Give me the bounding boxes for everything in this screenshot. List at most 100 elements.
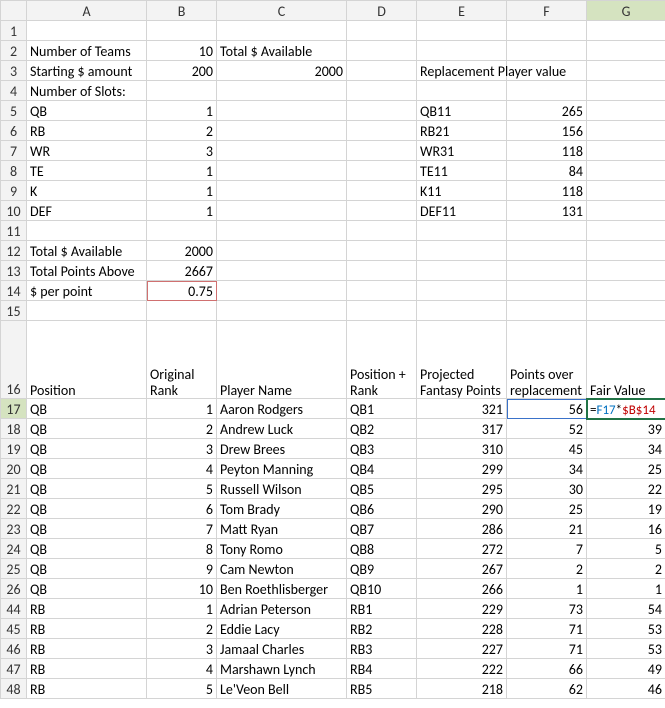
row-header-45[interactable]: 45 [1, 619, 27, 639]
cell-G3[interactable] [587, 61, 665, 81]
col-header-D[interactable]: D [347, 1, 417, 21]
cell-position-QB5[interactable]: QB [27, 479, 147, 499]
row-header-21[interactable]: 21 [1, 479, 27, 499]
cell-proj-QB6[interactable]: 290 [417, 499, 507, 519]
cell-player-QB9[interactable]: Cam Newton [217, 559, 347, 579]
slot-points-WR[interactable]: 118 [507, 141, 587, 161]
cell-fair-value-QB6[interactable]: 19 [587, 499, 665, 519]
cell-D3[interactable] [347, 61, 417, 81]
cell-D7[interactable] [347, 141, 417, 161]
cell-E4[interactable] [417, 81, 507, 101]
cell-posrank-QB2[interactable]: QB2 [347, 419, 417, 439]
row-header-10[interactable]: 10 [1, 201, 27, 221]
cell-E1[interactable] [417, 21, 507, 41]
column-headers[interactable]: ABCDEFG [1, 1, 665, 21]
row-header-25[interactable]: 25 [1, 559, 27, 579]
cell-F15[interactable] [507, 301, 587, 321]
cell-player-QB7[interactable]: Matt Ryan [217, 519, 347, 539]
row-header-4[interactable]: 4 [1, 81, 27, 101]
slot-code-WR[interactable]: WR31 [417, 141, 507, 161]
cell-fair-value-RB2[interactable]: 53 [587, 619, 665, 639]
cell-player-QB3[interactable]: Drew Brees [217, 439, 347, 459]
cell-G2[interactable] [587, 41, 665, 61]
value-total-available-2[interactable]: 2000 [147, 241, 217, 261]
cell-posrank-QB8[interactable]: QB8 [347, 539, 417, 559]
cell-rank-QB1[interactable]: 1 [147, 399, 217, 419]
cell-G12[interactable] [587, 241, 665, 261]
slot-points-DEF[interactable]: 131 [507, 201, 587, 221]
row-header-19[interactable]: 19 [1, 439, 27, 459]
cell-position-QB10[interactable]: QB [27, 579, 147, 599]
cell-E11[interactable] [417, 221, 507, 241]
cell-points-over-RB1[interactable]: 73 [507, 599, 587, 619]
cell-fair-value-QB4[interactable]: 25 [587, 459, 665, 479]
cell-points-over-QB10[interactable]: 1 [507, 579, 587, 599]
cell-fair-value-QB5[interactable]: 22 [587, 479, 665, 499]
cell-G9[interactable] [587, 181, 665, 201]
slot-code-TE[interactable]: TE11 [417, 161, 507, 181]
cell-D6[interactable] [347, 121, 417, 141]
cell-proj-QB4[interactable]: 299 [417, 459, 507, 479]
cell-D9[interactable] [347, 181, 417, 201]
cell-proj-RB5[interactable]: 218 [417, 679, 507, 699]
slot-code-RB[interactable]: RB21 [417, 121, 507, 141]
row-header-8[interactable]: 8 [1, 161, 27, 181]
cell-proj-QB9[interactable]: 267 [417, 559, 507, 579]
cell-proj-QB2[interactable]: 317 [417, 419, 507, 439]
header-position[interactable]: Position [27, 321, 147, 399]
cell-C4[interactable] [217, 81, 347, 101]
cell-player-QB1[interactable]: Aaron Rodgers [217, 399, 347, 419]
cell-posrank-QB5[interactable]: QB5 [347, 479, 417, 499]
cell-C1[interactable] [217, 21, 347, 41]
cell-proj-QB8[interactable]: 272 [417, 539, 507, 559]
cell-G8[interactable] [587, 161, 665, 181]
cell-E14[interactable] [417, 281, 507, 301]
cell-posrank-QB1[interactable]: QB1 [347, 399, 417, 419]
cell-posrank-RB2[interactable]: RB2 [347, 619, 417, 639]
cell-fair-value-QB3[interactable]: 34 [587, 439, 665, 459]
col-header-A[interactable]: A [27, 1, 147, 21]
cell-points-over-RB4[interactable]: 66 [507, 659, 587, 679]
cell-player-QB8[interactable]: Tony Romo [217, 539, 347, 559]
cell-position-QB7[interactable]: QB [27, 519, 147, 539]
header-position-rank[interactable]: Position + Rank [347, 321, 417, 399]
col-header-B[interactable]: B [147, 1, 217, 21]
cell-position-QB4[interactable]: QB [27, 459, 147, 479]
row-header-13[interactable]: 13 [1, 261, 27, 281]
slot-count-K[interactable]: 1 [147, 181, 217, 201]
cell-player-RB5[interactable]: Le'Veon Bell [217, 679, 347, 699]
cell-posrank-QB6[interactable]: QB6 [347, 499, 417, 519]
value-dollar-per-point[interactable]: 0.75 [147, 281, 217, 301]
cell-C8[interactable] [217, 161, 347, 181]
cell-rank-QB5[interactable]: 5 [147, 479, 217, 499]
cell-proj-QB1[interactable]: 321 [417, 399, 507, 419]
cell-G13[interactable] [587, 261, 665, 281]
select-all-corner[interactable] [1, 1, 27, 21]
cell-D4[interactable] [347, 81, 417, 101]
slot-code-QB[interactable]: QB11 [417, 101, 507, 121]
header-projected-points[interactable]: Projected Fantasy Points [417, 321, 507, 399]
row-header-14[interactable]: 14 [1, 281, 27, 301]
label-num-teams[interactable]: Number of Teams [27, 41, 147, 61]
cell-B15[interactable] [147, 301, 217, 321]
cell-position-QB2[interactable]: QB [27, 419, 147, 439]
cell-points-over-QB2[interactable]: 52 [507, 419, 587, 439]
label-starting-amount[interactable]: Starting $ amount [27, 61, 147, 81]
cell-player-QB4[interactable]: Peyton Manning [217, 459, 347, 479]
cell-position-QB1[interactable]: QB [27, 399, 147, 419]
slot-pos-TE[interactable]: TE [27, 161, 147, 181]
cell-points-over-RB5[interactable]: 62 [507, 679, 587, 699]
label-total-available-2[interactable]: Total $ Available [27, 241, 147, 261]
cell-D14[interactable] [347, 281, 417, 301]
cell-D13[interactable] [347, 261, 417, 281]
cell-B4[interactable] [147, 81, 217, 101]
cell-F2[interactable] [507, 41, 587, 61]
cell-position-RB4[interactable]: RB [27, 659, 147, 679]
cell-points-over-QB5[interactable]: 30 [507, 479, 587, 499]
slot-pos-RB[interactable]: RB [27, 121, 147, 141]
slot-pos-WR[interactable]: WR [27, 141, 147, 161]
cell-G5[interactable] [587, 101, 665, 121]
cell-fair-value-RB4[interactable]: 49 [587, 659, 665, 679]
cell-points-over-RB3[interactable]: 71 [507, 639, 587, 659]
cell-fair-value-RB1[interactable]: 54 [587, 599, 665, 619]
